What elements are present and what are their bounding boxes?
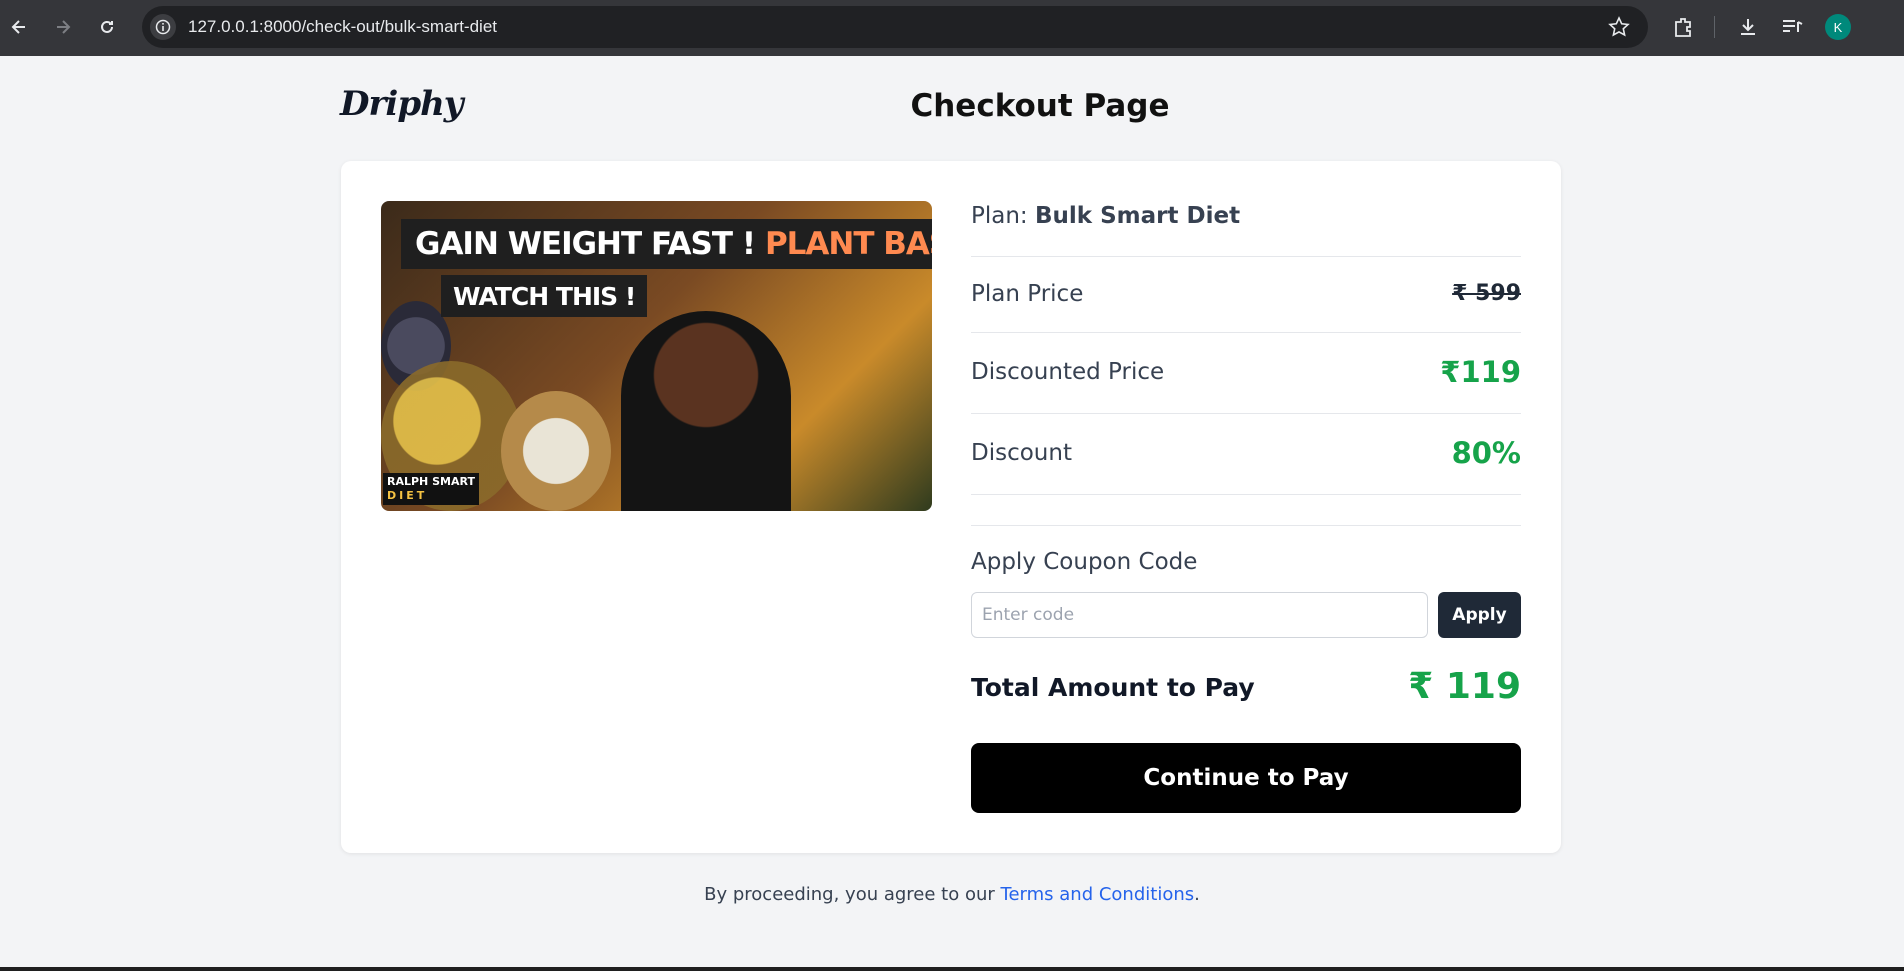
discount-value: 80% (1451, 436, 1521, 470)
plan-name: Bulk Smart Diet (1035, 203, 1241, 229)
apply-coupon-button[interactable]: Apply (1438, 592, 1521, 638)
total-value: ₹ 119 (1408, 666, 1521, 707)
plan-price-row: Plan Price ₹ 599 (971, 257, 1521, 333)
discount-label: Discount (971, 440, 1072, 466)
toolbar-divider (1714, 16, 1715, 38)
plan-label: Plan: (971, 203, 1028, 229)
url-text[interactable]: 127.0.0.1:8000/check-out/bulk-smart-diet (188, 17, 497, 37)
download-icon[interactable] (1735, 14, 1761, 40)
forward-icon[interactable] (48, 12, 78, 42)
browser-toolbar: 127.0.0.1:8000/check-out/bulk-smart-diet… (0, 0, 1904, 56)
coupon-label: Apply Coupon Code (971, 549, 1198, 575)
thumbnail-subheadline: WATCH THIS ! (441, 275, 648, 317)
plan-price-value: ₹ 599 (1452, 281, 1521, 306)
address-bar[interactable]: 127.0.0.1:8000/check-out/bulk-smart-diet (142, 6, 1648, 48)
bottom-edge (0, 967, 1904, 971)
grain-bowl-shape (501, 391, 611, 511)
discounted-price-label: Discounted Price (971, 359, 1165, 385)
bookmark-star-icon[interactable] (1608, 16, 1630, 38)
terms-notice: By proceeding, you agree to our Terms an… (704, 884, 1200, 905)
thumbnail-brand: RALPH SMART DIET (383, 473, 479, 505)
extensions-icon[interactable] (1670, 14, 1696, 40)
coupon-input[interactable] (971, 592, 1428, 638)
discounted-price-row: Discounted Price ₹119 (971, 333, 1521, 414)
section-divider (971, 525, 1521, 526)
site-info-icon[interactable] (150, 14, 176, 40)
person-figure (621, 311, 791, 511)
plan-name-row: Plan: Bulk Smart Diet (971, 203, 1521, 257)
thumbnail-headline: GAIN WEIGHT FAST !PLANT BASED (401, 219, 932, 269)
terms-link[interactable]: Terms and Conditions (1001, 884, 1195, 905)
media-queue-icon[interactable] (1779, 14, 1805, 40)
page-title: Checkout Page (910, 88, 1170, 124)
discount-row: Discount 80% (971, 414, 1521, 495)
checkout-card: GAIN WEIGHT FAST !PLANT BASED WATCH THIS… (341, 161, 1561, 853)
plan-price-label: Plan Price (971, 281, 1084, 307)
total-label: Total Amount to Pay (971, 673, 1255, 702)
reload-icon[interactable] (92, 12, 122, 42)
profile-avatar[interactable]: K (1825, 14, 1851, 40)
discounted-price-value: ₹119 (1440, 355, 1521, 389)
back-icon[interactable] (4, 12, 34, 42)
continue-to-pay-button[interactable]: Continue to Pay (971, 743, 1521, 813)
plan-thumbnail: GAIN WEIGHT FAST !PLANT BASED WATCH THIS… (381, 201, 932, 511)
